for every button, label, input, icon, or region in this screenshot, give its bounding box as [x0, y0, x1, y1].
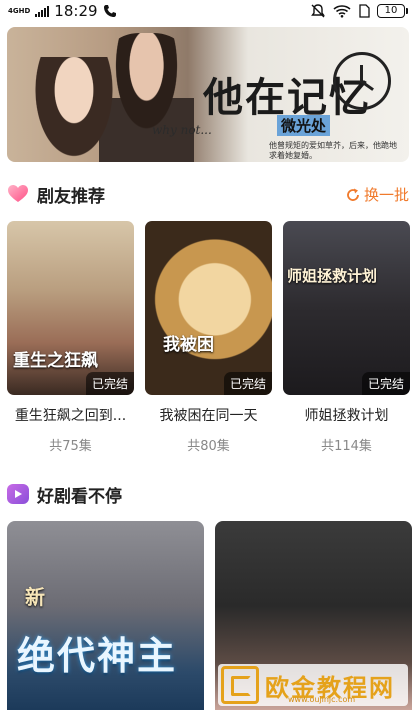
drama-poster[interactable]: 师姐拯救计划 已完结 — [283, 221, 410, 395]
hero-banner[interactable]: why not... 他在记忆 微光处 他曾规矩的爱如草芥，后来，他跪地求着她复… — [7, 27, 409, 162]
battery-icon: 10 — [377, 4, 408, 18]
episode-count: 共80集 — [187, 439, 230, 454]
section-title: 好剧看不停 — [37, 486, 122, 507]
poster-title: 师姐拯救计划 — [287, 267, 378, 285]
section-header-friends: 剧友推荐 换一批 — [7, 181, 409, 207]
refresh-label: 换一批 — [363, 186, 409, 204]
network-indicator: 4GHD — [8, 6, 31, 15]
watermark-url: www.oujinjc.com — [288, 695, 356, 704]
drama-card[interactable]: 师姐拯救计划 已完结 师姐拯救计划 共114集 — [283, 221, 410, 454]
refresh-icon — [347, 188, 359, 201]
tv-icon — [7, 484, 29, 504]
poster-tag: 新 — [25, 585, 45, 609]
banner-script-text: why not... — [152, 123, 212, 137]
episode-count: 共75集 — [49, 439, 92, 454]
episode-count: 共114集 — [321, 439, 372, 454]
wifi-icon — [333, 5, 351, 18]
banner-subtitle: 微光处 — [277, 115, 331, 136]
drama-card[interactable]: 我被困 已完结 我被困在同一天 共80集 — [145, 221, 272, 454]
network-type: 4GHD — [8, 6, 31, 15]
section-header-binge: 好剧看不停 — [7, 481, 409, 507]
clock-icon — [333, 52, 391, 110]
sim-icon — [359, 4, 370, 18]
status-right: 10 — [310, 3, 408, 19]
banner-actor-female — [29, 57, 119, 162]
phone-call-icon — [103, 5, 116, 17]
poster-title: 重生之狂飙 — [13, 351, 98, 371]
banner-tagline: 他曾规矩的爱如草芥，后来，他跪地求着她复婚。 — [269, 141, 397, 160]
drama-poster[interactable]: 我被困 已完结 — [145, 221, 272, 395]
status-left: 4GHD 18:29 — [8, 2, 117, 20]
status-time: 18:29 — [54, 2, 98, 20]
status-bar: 4GHD 18:29 10 — [0, 0, 415, 22]
status-badge: 已完结 — [223, 372, 272, 395]
status-badge: 已完结 — [85, 372, 134, 395]
signal-icon — [35, 5, 50, 17]
drama-title[interactable]: 我被困在同一天 — [145, 405, 272, 425]
status-badge: 已完结 — [361, 372, 410, 395]
refresh-button[interactable]: 换一批 — [346, 184, 409, 205]
drama-title[interactable]: 重生狂飙之回到... — [7, 405, 134, 425]
mute-bell-icon — [311, 4, 325, 18]
drama-card[interactable]: 重生之狂飙 已完结 重生狂飙之回到... 共75集 — [7, 221, 134, 454]
watermark: 欧金教程网 www.oujinjc.com — [218, 664, 408, 706]
poster-title: 绝代神主 — [17, 633, 178, 678]
battery-level: 10 — [384, 5, 398, 16]
heart-icon — [7, 184, 29, 204]
drama-title[interactable]: 师姐拯救计划 — [283, 405, 410, 425]
section-title: 剧友推荐 — [37, 186, 105, 207]
watermark-logo-icon — [221, 666, 259, 704]
featured-poster[interactable]: 新 绝代神主 — [7, 521, 204, 710]
poster-title: 我被困 — [163, 335, 214, 355]
drama-poster[interactable]: 重生之狂飙 已完结 — [7, 221, 134, 395]
